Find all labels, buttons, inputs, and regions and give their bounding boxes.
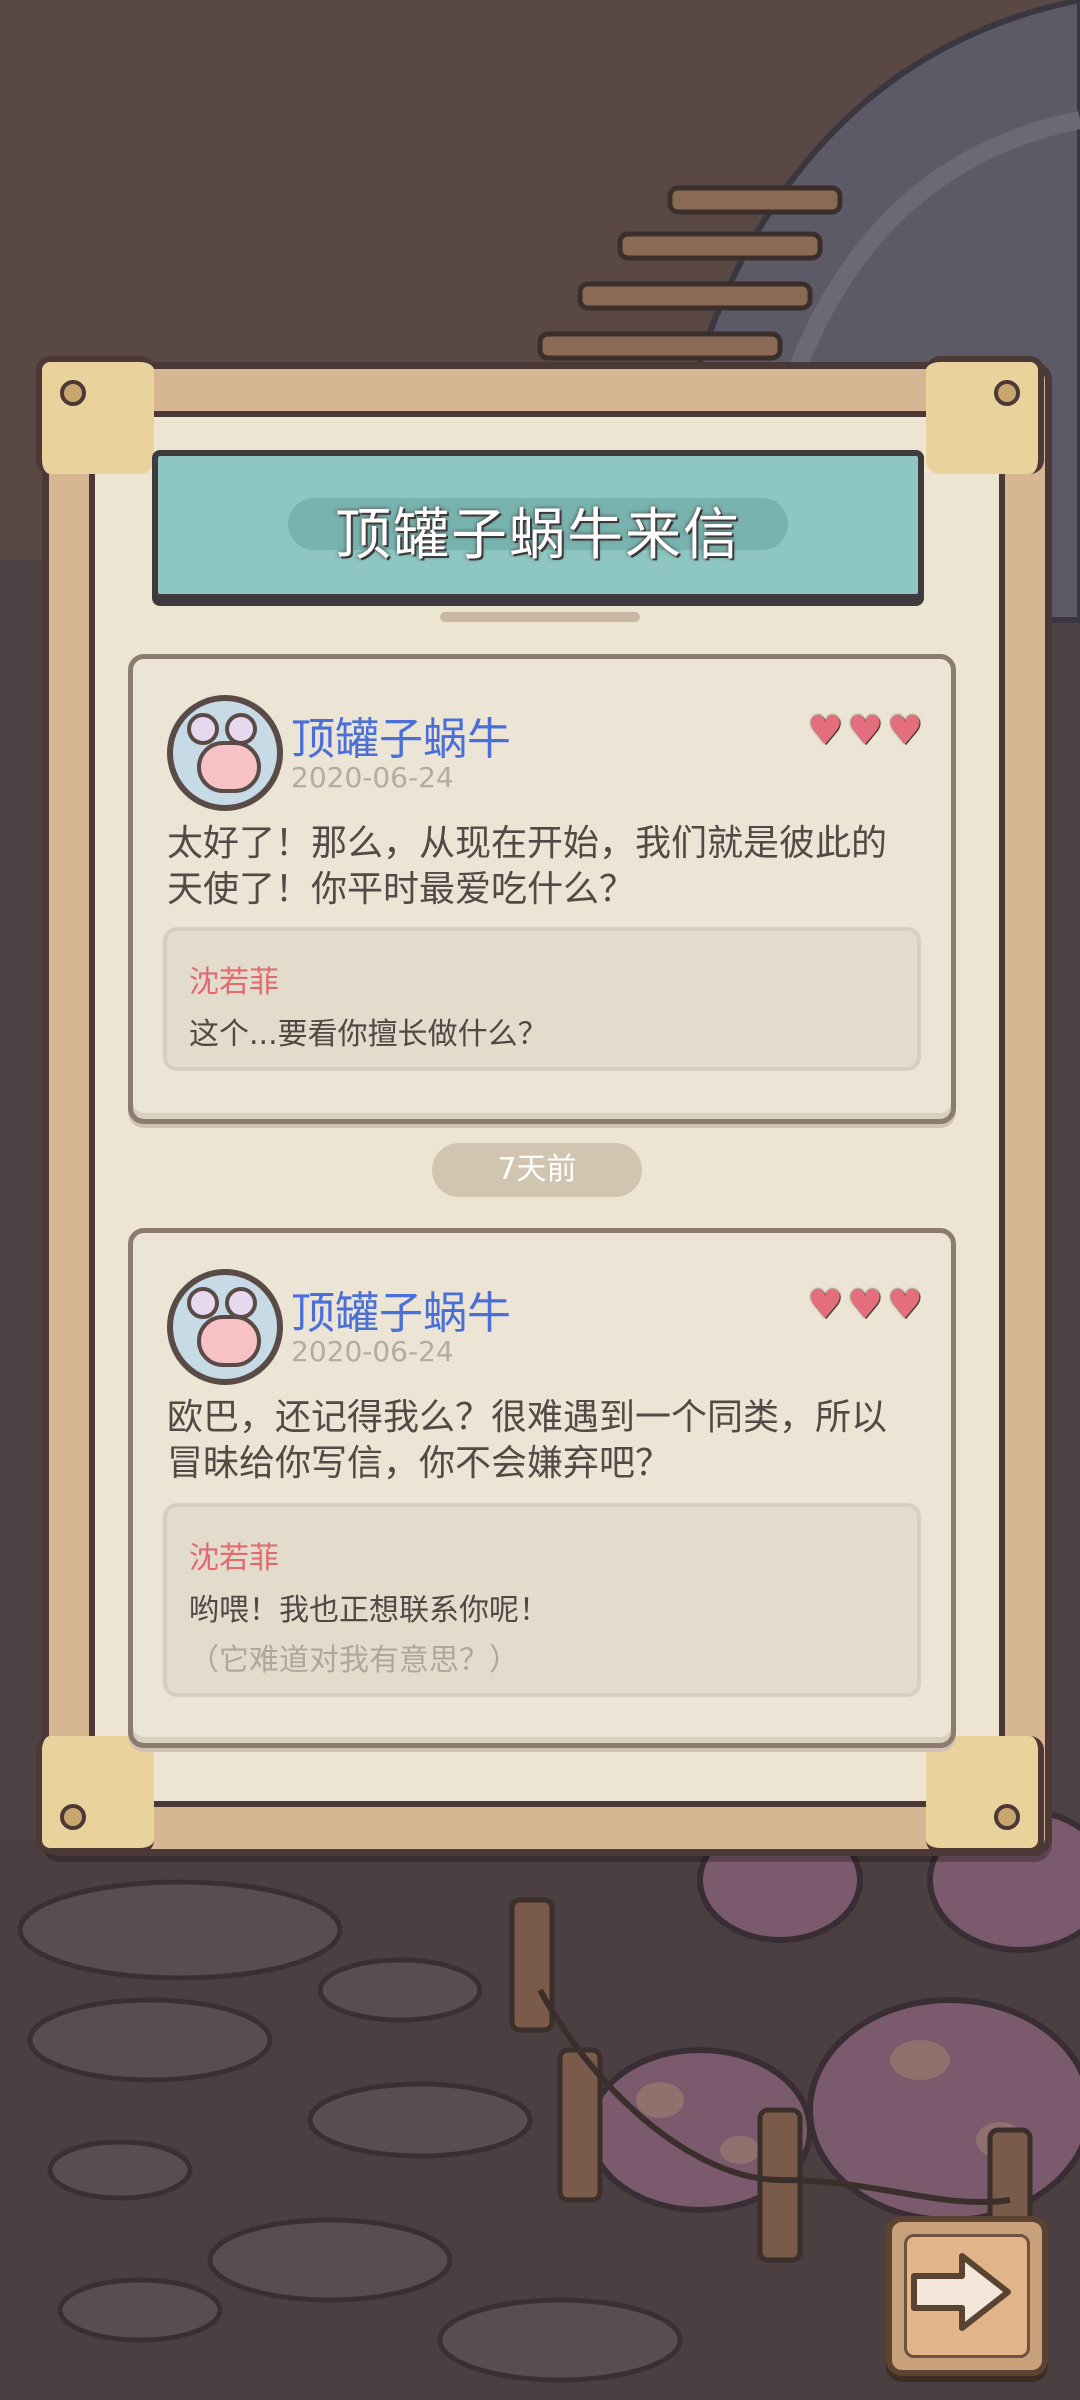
panel-corner xyxy=(36,1736,154,1854)
message-line: 欧巴，还记得我么？很难遇到一个同类，所以 xyxy=(167,1397,888,1438)
affection-hearts: ♥ ♥ ♥ xyxy=(807,711,923,751)
panel-corner xyxy=(36,356,154,474)
heart-icon: ♥ xyxy=(847,708,884,754)
reply-text: 这个...要看你擅长做什么？ xyxy=(189,1017,548,1052)
snail-avatar[interactable] xyxy=(167,1269,283,1385)
title-divider xyxy=(440,612,640,622)
reply-text: 哟喂！我也正想联系你呢！ xyxy=(189,1593,549,1628)
message-line: 天使了！你平时最爱吃什么？ xyxy=(167,869,636,910)
heart-icon: ♥ xyxy=(807,708,844,754)
sender-name: 顶罐子蜗牛 xyxy=(291,1288,511,1339)
snail-avatar[interactable] xyxy=(167,695,283,811)
message-line: 太好了！那么，从现在开始，我们就是彼此的 xyxy=(167,823,888,864)
affection-hearts: ♥ ♥ ♥ xyxy=(807,1285,923,1325)
letter-message: 太好了！那么，从现在开始，我们就是彼此的 天使了！你平时最爱吃什么？ xyxy=(167,821,921,913)
heart-icon: ♥ xyxy=(847,1282,884,1328)
avatar-face xyxy=(197,741,261,793)
avatar-face xyxy=(197,1315,261,1367)
time-separator: 7天前 xyxy=(432,1143,642,1197)
reply-box[interactable]: 沈若菲 这个...要看你擅长做什么？ xyxy=(163,927,921,1071)
panel-corner xyxy=(926,1736,1044,1854)
reply-thought: （它难道对我有意思？） xyxy=(189,1643,519,1678)
letter-card: 顶罐子蜗牛 2020-06-24 ♥ ♥ ♥ 太好了！那么，从现在开始，我们就是… xyxy=(128,654,956,1124)
letter-message: 欧巴，还记得我么？很难遇到一个同类，所以 冒昧给你写信，你不会嫌弃吧？ xyxy=(167,1395,921,1487)
sender-name: 顶罐子蜗牛 xyxy=(291,714,511,765)
letter-date: 2020-06-24 xyxy=(291,1335,454,1368)
next-button[interactable] xyxy=(886,2216,1048,2376)
page-title: 顶罐子蜗牛来信 xyxy=(335,503,741,568)
reply-box[interactable]: 沈若菲 哟喂！我也正想联系你呢！ （它难道对我有意思？） xyxy=(163,1503,921,1697)
avatar-eye xyxy=(187,713,219,745)
reply-author: 沈若菲 xyxy=(189,965,279,1000)
message-line: 冒昧给你写信，你不会嫌弃吧？ xyxy=(167,1443,672,1484)
letter-date: 2020-06-24 xyxy=(291,761,454,794)
title-banner: 顶罐子蜗牛来信 xyxy=(152,450,924,600)
arrow-right-icon xyxy=(911,2253,1011,2331)
letter-card: 顶罐子蜗牛 2020-06-24 ♥ ♥ ♥ 欧巴，还记得我么？很难遇到一个同类… xyxy=(128,1228,956,1748)
heart-icon: ♥ xyxy=(887,708,923,754)
heart-icon: ♥ xyxy=(887,1282,923,1328)
heart-icon: ♥ xyxy=(807,1282,844,1328)
avatar-eye xyxy=(187,1287,219,1319)
panel-corner xyxy=(926,356,1044,474)
reply-author: 沈若菲 xyxy=(189,1541,279,1576)
